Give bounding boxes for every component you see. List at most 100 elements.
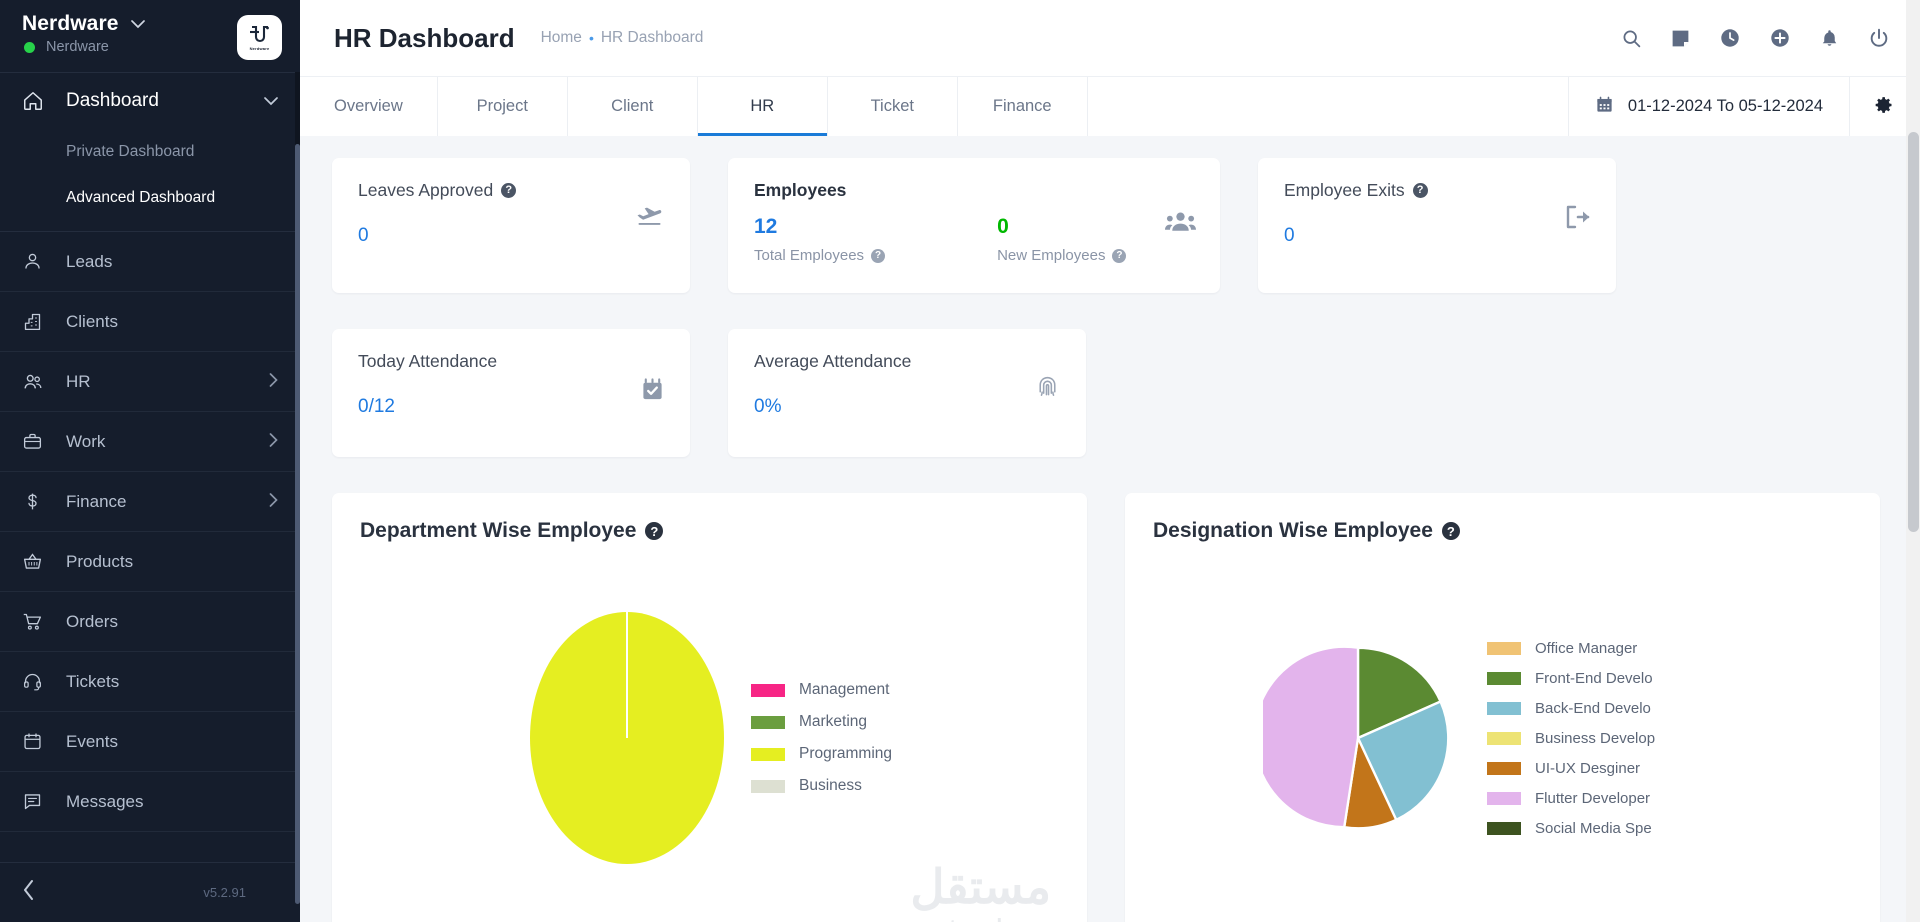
breadcrumb-current: HR Dashboard: [600, 29, 704, 46]
chevron-right-icon[interactable]: [269, 493, 278, 510]
sidebar-item-label: Events: [66, 731, 118, 751]
legend-label: Business: [798, 777, 862, 794]
chart-title: Designation Wise Employee ?: [1153, 519, 1852, 543]
clock-icon[interactable]: [1719, 27, 1741, 49]
legend-swatch: [1487, 791, 1521, 805]
sidebar-subitem-label: Private Dashboard: [66, 143, 195, 160]
help-icon[interactable]: ?: [501, 183, 517, 198]
note-icon[interactable]: [1670, 28, 1691, 49]
bell-icon[interactable]: [1819, 28, 1840, 49]
chevron-right-icon[interactable]: [269, 373, 278, 390]
legend-item[interactable]: Business Develop: [1487, 730, 1655, 747]
chart-department-wise-employee: Department Wise Employee ? Management Ma…: [332, 493, 1087, 922]
card-value: 0: [358, 225, 369, 246]
pie-chart-designation[interactable]: [1263, 643, 1453, 833]
sidebar-item-messages[interactable]: Messages: [0, 772, 300, 832]
sidebar-item-events[interactable]: Events: [0, 712, 300, 772]
pie-chart-department[interactable]: [527, 608, 727, 868]
legend-item[interactable]: Social Media Spe: [1487, 820, 1655, 837]
total-employees-value: 12: [754, 215, 778, 238]
card-average-attendance: Average Attendance 0%: [728, 329, 1086, 457]
date-range-picker[interactable]: 01-12-2024 To 05-12-2024: [1569, 77, 1849, 136]
sidebar-subitem-advanced-dashboard[interactable]: Advanced Dashboard: [0, 175, 300, 221]
sidebar-item-clients[interactable]: Clients: [0, 292, 300, 352]
legend-item[interactable]: UI-UX Desginer: [1487, 760, 1655, 777]
help-icon[interactable]: ?: [1441, 522, 1460, 540]
topbar: HR Dashboard Home • HR Dashboard: [300, 0, 1920, 76]
watermark-latin: mostaql.com: [884, 910, 1077, 922]
tab-overview[interactable]: Overview: [300, 77, 438, 136]
users-icon: [22, 371, 66, 393]
tab-finance[interactable]: Finance: [958, 77, 1088, 136]
user-icon: [22, 251, 66, 272]
legend-swatch: [750, 683, 785, 697]
app-logo: Nerdware: [237, 15, 282, 60]
sidebar-subitem-private-dashboard[interactable]: Private Dashboard: [0, 129, 300, 175]
breadcrumb-home[interactable]: Home: [541, 29, 582, 47]
sidebar-item-orders[interactable]: Orders: [0, 592, 300, 652]
chevron-down-icon[interactable]: [264, 94, 278, 109]
plus-circle-icon[interactable]: [1769, 27, 1791, 49]
legend-item[interactable]: Marketing: [750, 713, 892, 731]
tab-project[interactable]: Project: [438, 77, 568, 136]
new-employees-label: New Employees: [997, 247, 1106, 264]
legend-item[interactable]: Programming: [750, 745, 892, 763]
main-scrollbar-thumb[interactable]: [1908, 132, 1919, 532]
sidebar-item-dashboard[interactable]: Dashboard: [0, 73, 300, 129]
chart-legend-department: Management Marketing Programming Busines…: [750, 681, 892, 795]
sidebar-item-work[interactable]: Work: [0, 412, 300, 472]
legend-item[interactable]: Office Manager: [1487, 640, 1655, 657]
card-title: Leaves Approved ?: [358, 180, 664, 201]
tab-label: Project: [476, 97, 528, 115]
plane-takeoff-icon: [635, 204, 664, 233]
chart-title: Department Wise Employee ?: [360, 519, 1059, 543]
stat-cards-row-2: Today Attendance 0/12 Average Attendance…: [332, 329, 1890, 457]
main-scrollbar-track[interactable]: [1906, 0, 1920, 922]
help-icon[interactable]: ?: [1412, 183, 1428, 198]
charts-row: Department Wise Employee ? Management Ma…: [332, 493, 1890, 922]
sidebar-item-tickets[interactable]: Tickets: [0, 652, 300, 712]
fingerprint-icon: [1035, 373, 1060, 403]
sidebar-brand-row[interactable]: Nerdware: [22, 12, 237, 36]
company-name: Nerdware: [46, 39, 109, 55]
sidebar-item-finance[interactable]: Finance: [0, 472, 300, 532]
legend-item[interactable]: Back-End Develo: [1487, 700, 1655, 717]
search-icon[interactable]: [1621, 28, 1642, 49]
legend-label: UI-UX Desginer: [1535, 759, 1641, 777]
collapse-sidebar-button[interactable]: [22, 879, 36, 907]
sidebar-item-label: Tickets: [66, 671, 120, 691]
breadcrumb: Home • HR Dashboard: [541, 29, 704, 47]
power-icon[interactable]: [1868, 27, 1890, 49]
sidebar-item-label: Finance: [66, 491, 127, 511]
chevron-right-icon[interactable]: [269, 433, 278, 450]
legend-item[interactable]: Business: [750, 777, 892, 795]
tab-client[interactable]: Client: [568, 77, 698, 136]
tabs-bar: Overview Project Client HR Ticket Financ…: [300, 76, 1920, 136]
chart-designation-wise-employee: Designation Wise Employee ? Office Manag…: [1125, 493, 1880, 922]
tab-hr[interactable]: HR: [697, 77, 828, 136]
help-icon[interactable]: ?: [645, 522, 664, 540]
tab-ticket[interactable]: Ticket: [828, 77, 958, 136]
legend-item[interactable]: Flutter Developer: [1487, 790, 1655, 807]
sidebar-item-products[interactable]: Products: [0, 532, 300, 592]
card-title: Average Attendance: [754, 351, 1060, 372]
chevron-down-icon[interactable]: [130, 17, 145, 31]
headset-icon: [22, 671, 66, 692]
calendar-icon: [22, 731, 66, 752]
new-employees-value: 0: [997, 215, 1009, 238]
legend-item[interactable]: Front-End Develo: [1487, 670, 1655, 687]
date-range-value: 01-12-2024 To 05-12-2024: [1627, 97, 1823, 115]
legend-label: Business Develop: [1535, 729, 1656, 747]
sidebar-item-leads[interactable]: Leads: [0, 232, 300, 292]
legend-swatch: [750, 715, 785, 729]
legend-swatch: [1487, 761, 1521, 775]
card-leaves-approved: Leaves Approved ? 0: [332, 158, 690, 293]
basket-icon: [22, 551, 66, 572]
help-icon[interactable]: ?: [1112, 248, 1127, 263]
sidebar-item-hr[interactable]: HR: [0, 352, 300, 412]
legend-item[interactable]: Management: [750, 681, 892, 699]
sidebar-brand[interactable]: Nerdware Nerdware Nerdware: [0, 0, 300, 72]
card-value: 0: [1284, 225, 1295, 246]
help-icon[interactable]: ?: [871, 248, 886, 263]
message-icon: [22, 791, 66, 812]
